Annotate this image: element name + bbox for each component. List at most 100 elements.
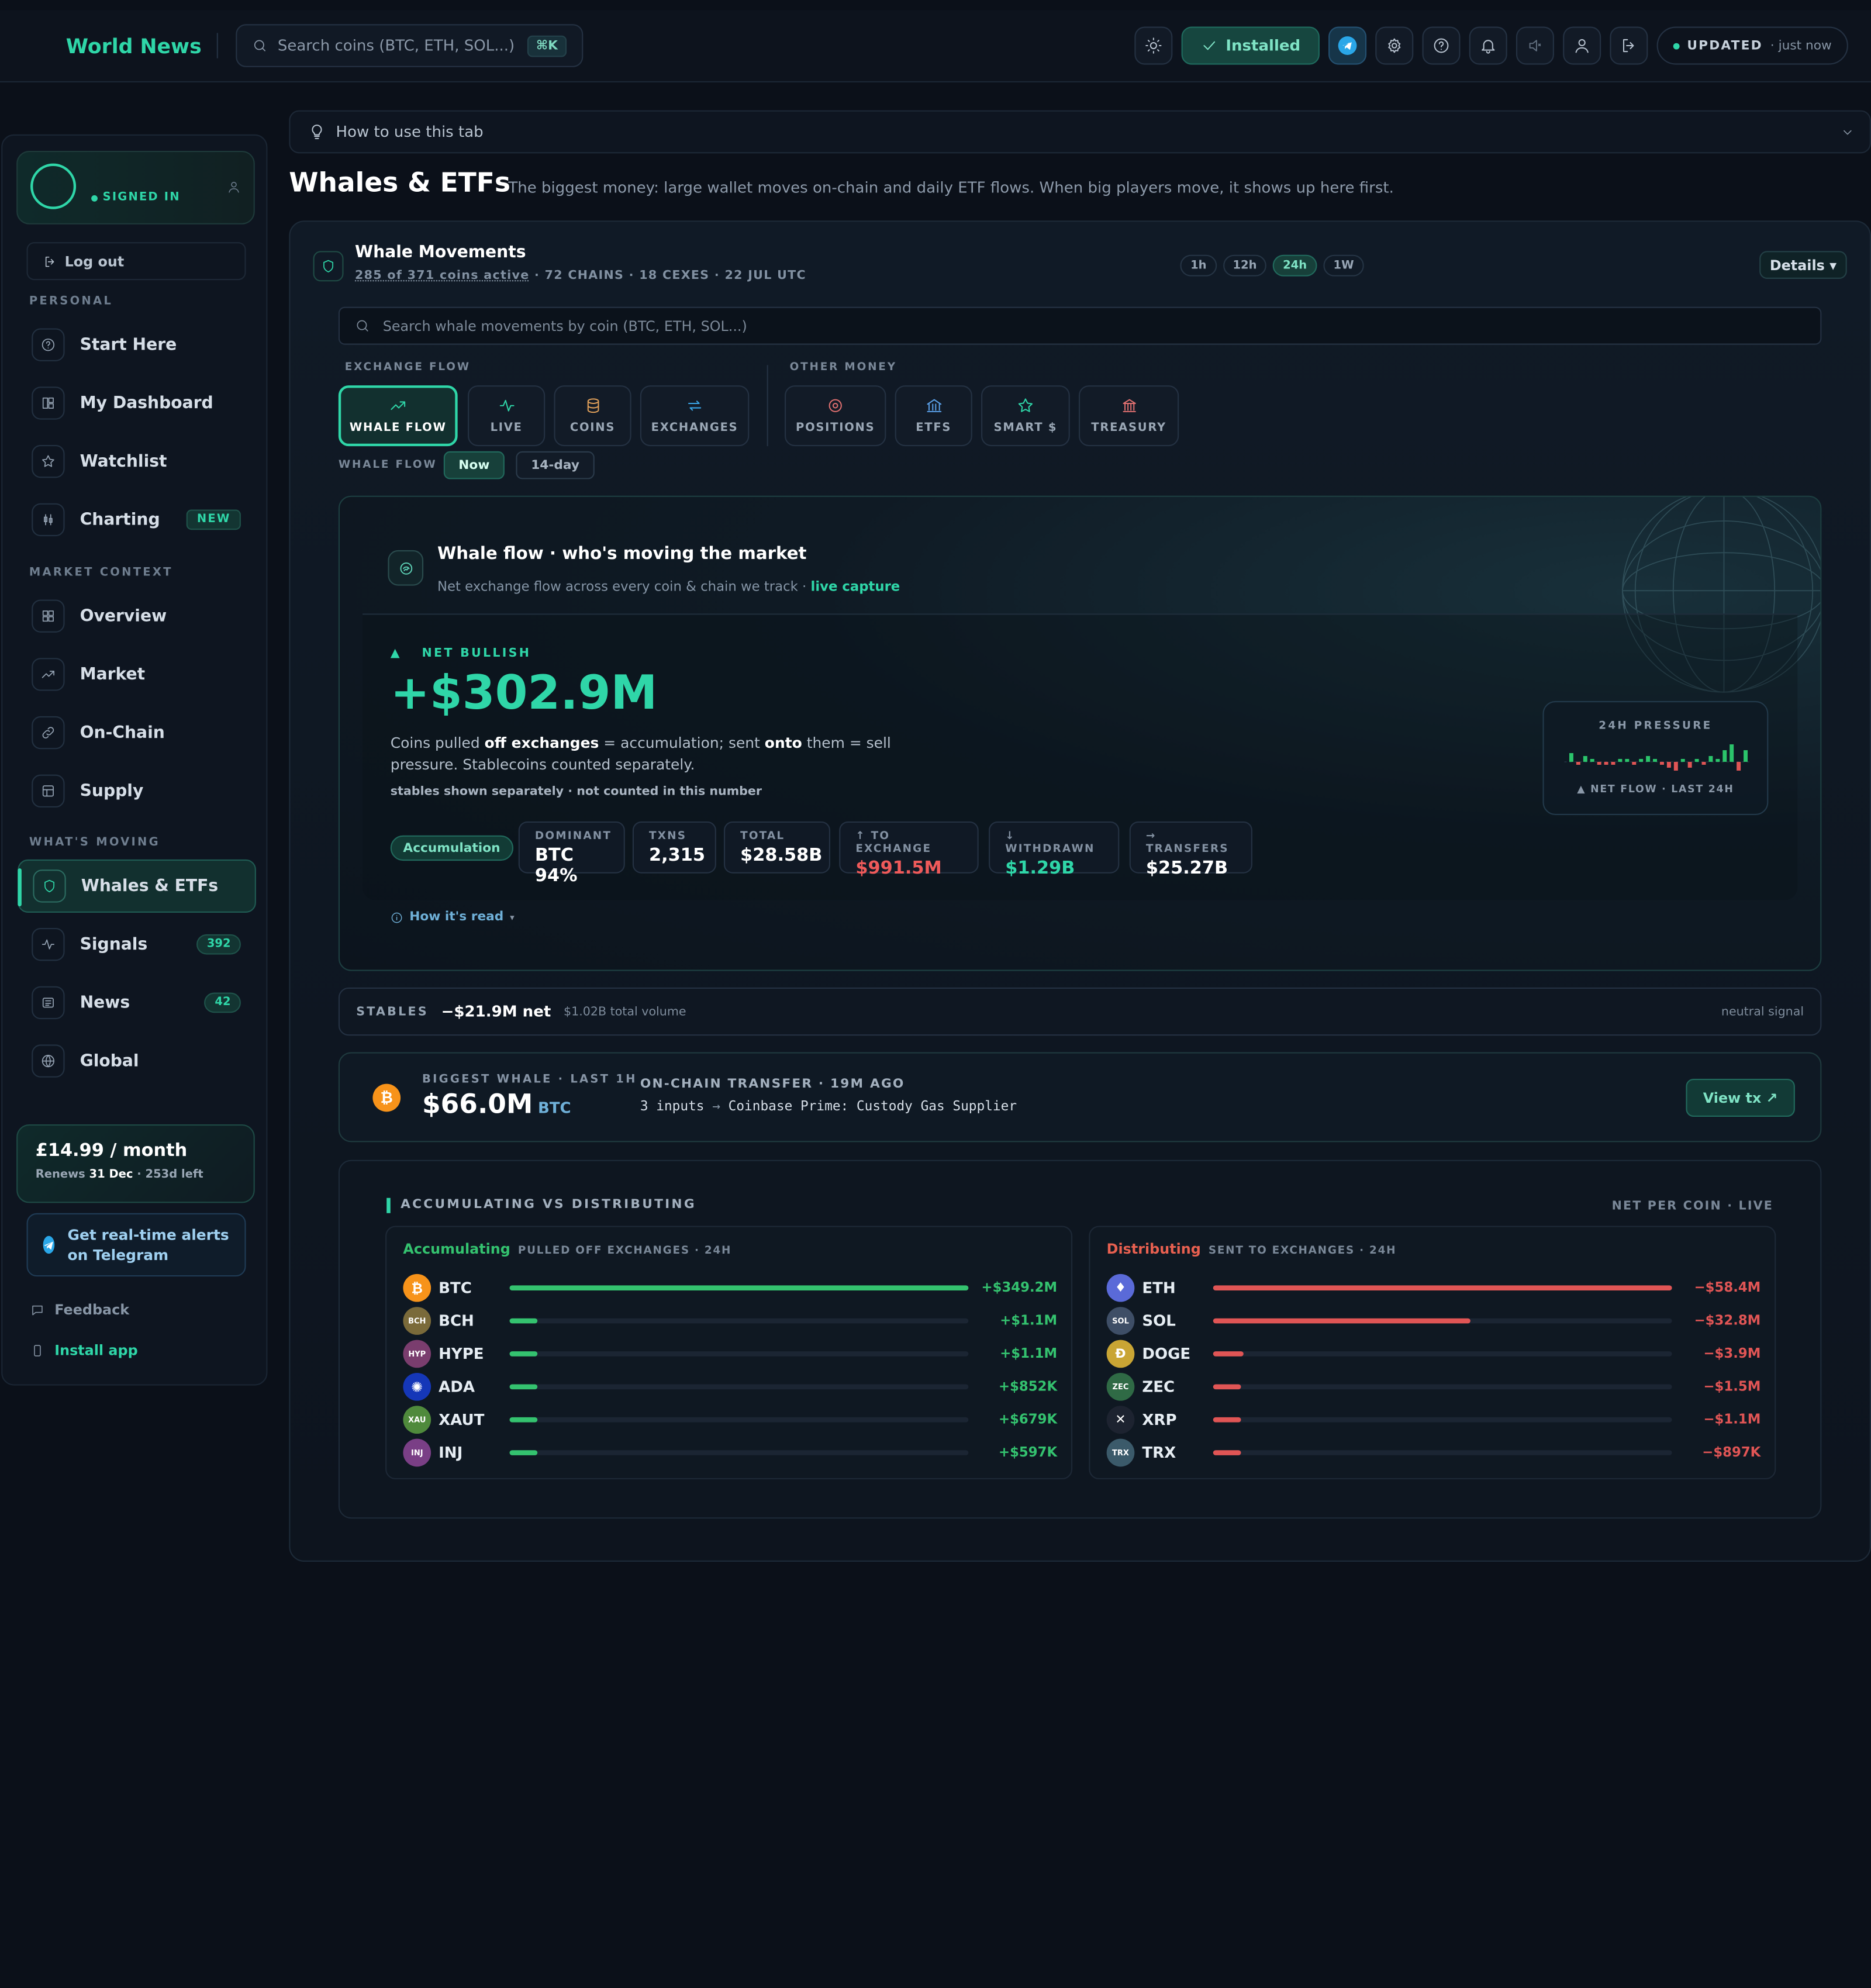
sidebar-item-market[interactable]: Market bbox=[18, 648, 256, 701]
info-icon bbox=[391, 912, 402, 923]
sidebar-logout-button[interactable]: Log out bbox=[26, 242, 246, 281]
mode-14-day-button[interactable]: 14-day bbox=[516, 451, 595, 479]
tab-live[interactable]: LIVE bbox=[467, 385, 546, 447]
view-tx-button[interactable]: View tx ↗ bbox=[1686, 1078, 1795, 1117]
flow-bar-track bbox=[509, 1318, 969, 1324]
coins-active: 285 of 371 coins active bbox=[355, 268, 530, 283]
settings-button[interactable] bbox=[1375, 26, 1414, 65]
global-search-input[interactable]: Search coins (BTC, ETH, SOL...) ⌘K bbox=[236, 24, 584, 67]
how-its-read-toggle[interactable]: How it's read ▾ bbox=[391, 910, 515, 924]
telegram-alerts-button[interactable]: Get real-time alerts on Telegram bbox=[26, 1213, 246, 1277]
desc-part: Coins pulled bbox=[390, 734, 485, 752]
stat-label: → TRANSFERS bbox=[1145, 830, 1229, 856]
sidebar-item-watchlist[interactable]: Watchlist bbox=[18, 435, 256, 488]
desc-bold: onto bbox=[764, 734, 802, 752]
list-item[interactable]: ♦ ETH −$58.4M bbox=[1106, 1273, 1760, 1302]
stat-withdrawn: ↓ WITHDRAWN $1.29B bbox=[989, 821, 1120, 878]
sidebar-item-whales-etfs[interactable]: Whales & ETFs bbox=[18, 859, 256, 913]
sidebar-item-overview[interactable]: Overview bbox=[18, 589, 256, 643]
whale-search-placeholder: Search whale movements by coin (BTC, ETH… bbox=[382, 317, 747, 334]
list-item[interactable]: BCH BCH +$1.1M bbox=[403, 1307, 1057, 1335]
xrp-icon: ✕ bbox=[1106, 1406, 1135, 1434]
sidebar-item-charting[interactable]: Charting NEW bbox=[18, 493, 256, 546]
page-title: Whales & ETFs bbox=[289, 167, 511, 198]
list-item[interactable]: SOL SOL −$32.8M bbox=[1106, 1307, 1760, 1335]
accumulating-label: Accumulating bbox=[403, 1241, 510, 1258]
sidebar-item-on-chain[interactable]: On-Chain bbox=[18, 706, 256, 760]
telegram-button[interactable] bbox=[1328, 26, 1366, 65]
sidebar-item-global[interactable]: Global bbox=[18, 1034, 256, 1088]
sidebar-item-badge: NEW bbox=[187, 509, 241, 530]
timeframe-1w-button[interactable]: 1W bbox=[1323, 254, 1364, 277]
brand-divider bbox=[216, 33, 218, 58]
user-icon bbox=[1575, 39, 1589, 53]
list-item[interactable]: HYP HYPE +$1.1M bbox=[403, 1340, 1057, 1368]
list-item[interactable]: ✺ ADA +$852K bbox=[403, 1372, 1057, 1401]
feedback-label: Feedback bbox=[54, 1302, 130, 1319]
how-to-use-accordion[interactable]: How to use this tab bbox=[289, 110, 1871, 154]
stables-signal: neutral signal bbox=[1721, 1005, 1804, 1019]
feedback-link[interactable]: Feedback bbox=[30, 1302, 129, 1319]
stables-bar: STABLES −$21.9M net $1.02B total volume … bbox=[338, 987, 1822, 1036]
sidebar-item-label: Supply bbox=[80, 781, 144, 801]
profile-card[interactable]: SIGNED IN bbox=[16, 150, 255, 225]
flow-value: −$1.1M bbox=[1703, 1412, 1761, 1428]
list-item[interactable]: XAU XAUT +$679K bbox=[403, 1406, 1057, 1434]
sidebar-item-supply[interactable]: Supply bbox=[18, 764, 256, 817]
timeframe-24h-button[interactable]: 24h bbox=[1272, 254, 1317, 277]
stables-label: STABLES bbox=[356, 1005, 429, 1019]
theme-toggle-button[interactable] bbox=[1134, 26, 1173, 65]
star-icon bbox=[32, 444, 65, 478]
list-item[interactable]: ₿ BTC +$349.2M bbox=[403, 1273, 1057, 1302]
tab-label: ETFS bbox=[916, 422, 952, 435]
inj-icon: INJ bbox=[403, 1438, 431, 1467]
live-capture-link[interactable]: live capture bbox=[811, 579, 900, 595]
transfer-from: 3 inputs bbox=[640, 1099, 705, 1114]
whale-search-input[interactable]: Search whale movements by coin (BTC, ETH… bbox=[338, 306, 1822, 345]
stat-total: TOTAL $28.58B bbox=[723, 821, 831, 874]
list-item[interactable]: ✕ XRP −$1.1M bbox=[1106, 1406, 1761, 1434]
tab-whale-flow[interactable]: WHALE FLOW bbox=[338, 385, 458, 447]
sidebar-item-label: Signals bbox=[80, 934, 148, 954]
sidebar-item-my-dashboard[interactable]: My Dashboard bbox=[18, 377, 256, 430]
install-app-link[interactable]: Install app bbox=[30, 1342, 138, 1359]
sound-button[interactable] bbox=[1516, 26, 1554, 65]
tab-positions[interactable]: POSITIONS bbox=[784, 385, 886, 447]
list-item[interactable]: ZEC ZEC −$1.5M bbox=[1106, 1372, 1761, 1401]
transfer-route: 3 inputs → Coinbase Prime: Custody Gas S… bbox=[640, 1099, 1017, 1114]
status-dot bbox=[1673, 42, 1680, 49]
flow-value: −$1.5M bbox=[1703, 1379, 1761, 1395]
sidebar-item-start-here[interactable]: Start Here bbox=[18, 318, 256, 371]
list-item[interactable]: TRX TRX −$897K bbox=[1106, 1438, 1760, 1467]
tab-smart[interactable]: SMART $ bbox=[981, 385, 1070, 447]
mode-now-button[interactable]: Now bbox=[443, 451, 505, 479]
flow-bar bbox=[509, 1285, 969, 1291]
list-item[interactable]: Ð DOGE −$3.9M bbox=[1106, 1340, 1760, 1368]
newspaper-icon bbox=[32, 986, 65, 1020]
logout-button[interactable] bbox=[1610, 26, 1648, 65]
tab-etfs[interactable]: ETFS bbox=[895, 385, 972, 447]
installed-button[interactable]: Installed bbox=[1181, 26, 1320, 65]
tab-exchanges[interactable]: EXCHANGES bbox=[640, 385, 750, 447]
status-dot bbox=[91, 194, 98, 201]
notifications-button[interactable] bbox=[1469, 26, 1507, 65]
list-item[interactable]: INJ INJ +$597K bbox=[403, 1438, 1057, 1467]
subscription-card[interactable]: £14.99 / month Renews 31 Dec · 253d left bbox=[16, 1124, 255, 1203]
brand-logo[interactable]: World News bbox=[66, 33, 202, 57]
updated-time: · just now bbox=[1770, 39, 1832, 53]
flow-bar bbox=[1213, 1417, 1241, 1423]
help-button[interactable] bbox=[1422, 26, 1461, 65]
tab-treasury[interactable]: TREASURY bbox=[1078, 385, 1179, 447]
details-dropdown[interactable]: Details ▾ bbox=[1759, 251, 1847, 279]
coin-symbol: DOGE bbox=[1142, 1345, 1191, 1363]
asset-symbol: BTC bbox=[537, 1099, 571, 1117]
timeframe-12h-button[interactable]: 12h bbox=[1223, 254, 1266, 277]
sidebar-item-news[interactable]: News 42 bbox=[18, 976, 256, 1029]
tab-coins[interactable]: COINS bbox=[554, 385, 631, 447]
flow-bar-track bbox=[1213, 1351, 1672, 1357]
account-button[interactable] bbox=[1562, 26, 1601, 65]
timeframe-1h-button[interactable]: 1h bbox=[1180, 254, 1217, 277]
sidebar-item-signals[interactable]: Signals 392 bbox=[18, 918, 256, 971]
pressure-bar bbox=[1737, 761, 1741, 771]
link-icon bbox=[32, 716, 65, 750]
